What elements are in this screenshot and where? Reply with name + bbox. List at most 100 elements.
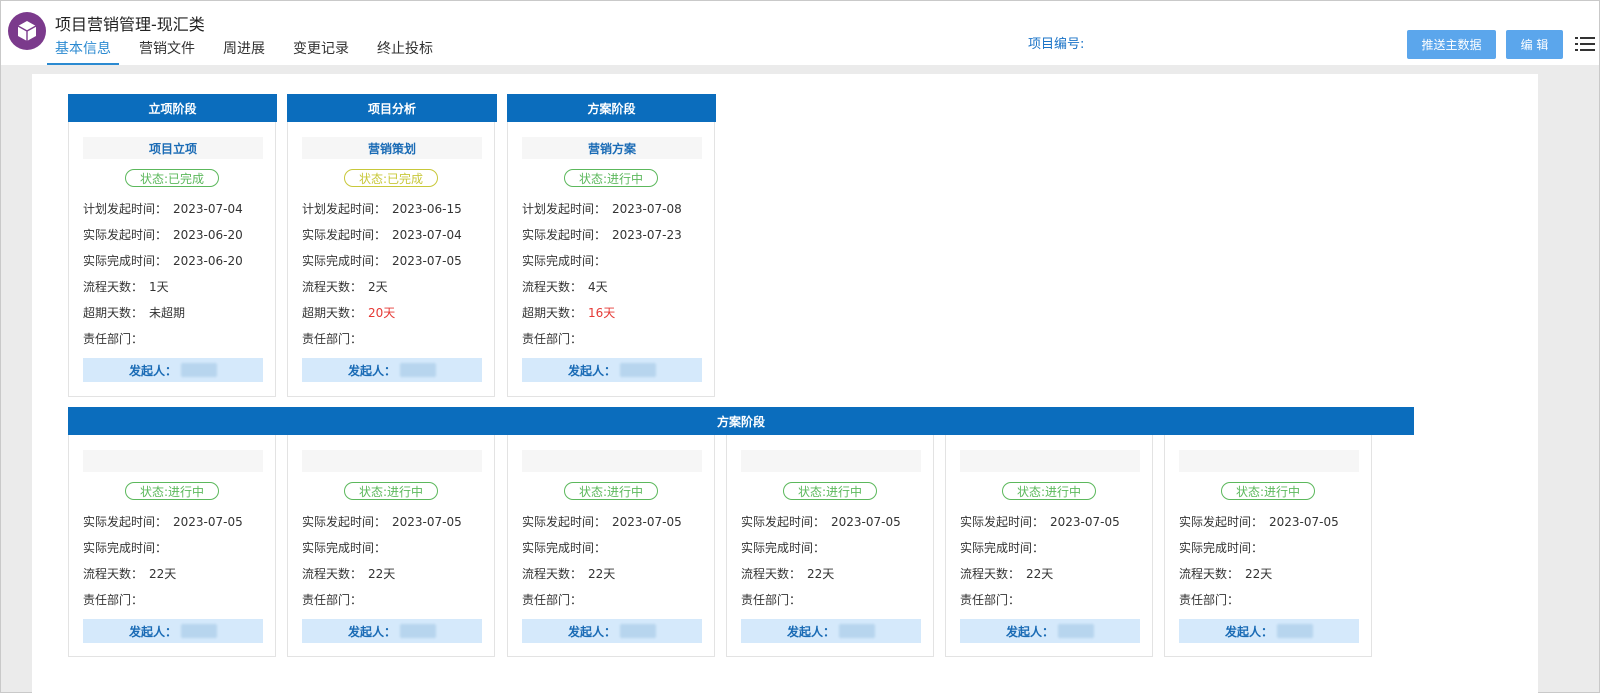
dept-label: 责任部门： — [522, 332, 583, 346]
redacted-name — [400, 624, 436, 638]
initiator-bar: 发起人： — [83, 358, 263, 382]
actual-done-label: 实际完成时间： — [302, 254, 387, 268]
plan-start-label: 计划发起时间： — [302, 202, 387, 216]
process-days-value: 22天 — [588, 567, 616, 581]
push-master-data-button[interactable]: 推送主数据 — [1407, 30, 1496, 59]
dept-label: 责任部门： — [302, 593, 363, 607]
dept-row: 责任部门： — [83, 591, 149, 608]
process-days-label: 流程天数： — [960, 567, 1021, 581]
initiator-label: 发起人： — [1224, 624, 1273, 639]
overdue-value: 16天 — [588, 306, 616, 320]
app-logo — [8, 12, 46, 50]
actual-start-label: 实际发起时间： — [522, 228, 607, 242]
process-days-row: 流程天数： 22天 — [83, 565, 176, 582]
actual-done-label: 实际完成时间： — [741, 541, 826, 555]
dept-label: 责任部门： — [1179, 593, 1240, 607]
process-days-row: 流程天数： 4天 — [522, 278, 608, 295]
process-days-row: 流程天数： 22天 — [960, 565, 1053, 582]
actual-start-value: 2023-06-20 — [173, 228, 243, 242]
process-days-label: 流程天数： — [83, 280, 144, 294]
dept-row: 责任部门： — [741, 591, 807, 608]
tab-marketing-files[interactable]: 营销文件 — [131, 39, 203, 65]
card-title-redacted — [960, 450, 1140, 472]
actual-start-row: 实际发起时间： 2023-07-05 — [960, 513, 1120, 530]
process-days-label: 流程天数： — [1179, 567, 1240, 581]
stage-header-analysis: 项目分析 — [287, 94, 497, 122]
actual-start-value: 2023-07-05 — [392, 515, 462, 529]
actual-start-row: 实际发起时间： 2023-07-05 — [83, 513, 243, 530]
initiator-bar: 发起人： — [960, 619, 1140, 643]
initiator-bar: 发起人： — [302, 619, 482, 643]
actual-start-label: 实际发起时间： — [960, 515, 1045, 529]
stage-header-plan-wide: 方案阶段 — [68, 407, 1414, 435]
dept-label: 责任部门： — [83, 593, 144, 607]
overdue-value: 未超期 — [149, 306, 186, 320]
dept-label: 责任部门： — [741, 593, 802, 607]
plan-start-row: 计划发起时间： 2023-06-15 — [302, 200, 462, 217]
plan-start-value: 2023-07-08 — [612, 202, 682, 216]
plan-start-label: 计划发起时间： — [83, 202, 168, 216]
status-badge: 状态:进行中 — [783, 482, 877, 500]
tab-weekly-progress[interactable]: 周进展 — [215, 39, 273, 65]
process-days-label: 流程天数： — [522, 280, 583, 294]
stage-card: 状态:进行中 实际发起时间： 2023-07-05 实际完成时间： 流程天数： 22… — [726, 435, 934, 657]
tab-change-records[interactable]: 变更记录 — [285, 39, 357, 65]
actual-start-value: 2023-07-23 — [612, 228, 682, 242]
initiator-bar: 发起人： — [1179, 619, 1359, 643]
redacted-name — [839, 624, 875, 638]
card-title-redacted — [83, 450, 263, 472]
process-days-value: 22天 — [368, 567, 396, 581]
initiator-label: 发起人： — [128, 363, 177, 378]
process-days-row: 流程天数： 1天 — [83, 278, 169, 295]
page-header: 项目营销管理-现汇类 基本信息 营销文件 周进展 变更记录 终止投标 项目编号:… — [1, 1, 1599, 65]
tab-basic-info[interactable]: 基本信息 — [47, 39, 119, 65]
card-title: 营销策划 — [302, 137, 482, 159]
actual-done-label: 实际完成时间： — [960, 541, 1045, 555]
stage-card: 状态:进行中 实际发起时间： 2023-07-05 实际完成时间： 流程天数： 22… — [68, 435, 276, 657]
actual-start-label: 实际发起时间： — [302, 228, 387, 242]
process-days-label: 流程天数： — [741, 567, 802, 581]
stage-card: 状态:进行中 实际发起时间： 2023-07-05 实际完成时间： 流程天数： 22… — [507, 435, 715, 657]
edit-button[interactable]: 编 辑 — [1506, 30, 1563, 59]
stage-card: 状态:进行中 实际发起时间： 2023-07-05 实际完成时间： 流程天数： 22… — [945, 435, 1153, 657]
process-days-row: 流程天数： 22天 — [522, 565, 615, 582]
list-menu-icon[interactable] — [1575, 35, 1595, 53]
status-badge: 状态:进行中 — [564, 169, 658, 187]
dept-row: 责任部门： — [960, 591, 1026, 608]
actual-start-label: 实际发起时间： — [83, 515, 168, 529]
actual-done-label: 实际完成时间： — [522, 541, 607, 555]
dept-label: 责任部门： — [302, 332, 363, 346]
status-badge: 状态:进行中 — [125, 482, 219, 500]
plan-start-label: 计划发起时间： — [522, 202, 607, 216]
actual-done-label: 实际完成时间： — [83, 254, 168, 268]
overdue-label: 超期天数： — [302, 306, 363, 320]
actual-start-label: 实际发起时间： — [302, 515, 387, 529]
actual-done-value: 2023-07-05 — [392, 254, 462, 268]
overdue-label: 超期天数： — [522, 306, 583, 320]
initiator-label: 发起人： — [567, 363, 616, 378]
actual-done-label: 实际完成时间： — [83, 541, 168, 555]
initiator-bar: 发起人： — [302, 358, 482, 382]
stage-header-plan: 方案阶段 — [507, 94, 716, 122]
dept-row: 责任部门： — [83, 330, 149, 347]
redacted-name — [620, 624, 656, 638]
initiator-label: 发起人： — [567, 624, 616, 639]
tab-terminate-bid[interactable]: 终止投标 — [369, 39, 441, 65]
status-badge: 状态:进行中 — [1002, 482, 1096, 500]
card-title-redacted — [522, 450, 702, 472]
actual-start-row: 实际发起时间： 2023-06-20 — [83, 226, 243, 243]
plan-start-value: 2023-06-15 — [392, 202, 462, 216]
card-title: 项目立项 — [83, 137, 263, 159]
redacted-name — [620, 363, 656, 377]
initiator-label: 发起人： — [347, 624, 396, 639]
stage-card: 营销方案 状态:进行中 计划发起时间： 2023-07-08 实际发起时间： 202… — [507, 122, 715, 397]
process-days-label: 流程天数： — [83, 567, 144, 581]
redacted-name — [1277, 624, 1313, 638]
actual-start-row: 实际发起时间： 2023-07-05 — [522, 513, 682, 530]
plan-start-row: 计划发起时间： 2023-07-04 — [83, 200, 243, 217]
dept-label: 责任部门： — [960, 593, 1021, 607]
actual-done-label: 实际完成时间： — [302, 541, 387, 555]
status-badge: 状态:已完成 — [125, 169, 219, 187]
process-days-row: 流程天数： 2天 — [302, 278, 388, 295]
actual-start-label: 实际发起时间： — [1179, 515, 1264, 529]
